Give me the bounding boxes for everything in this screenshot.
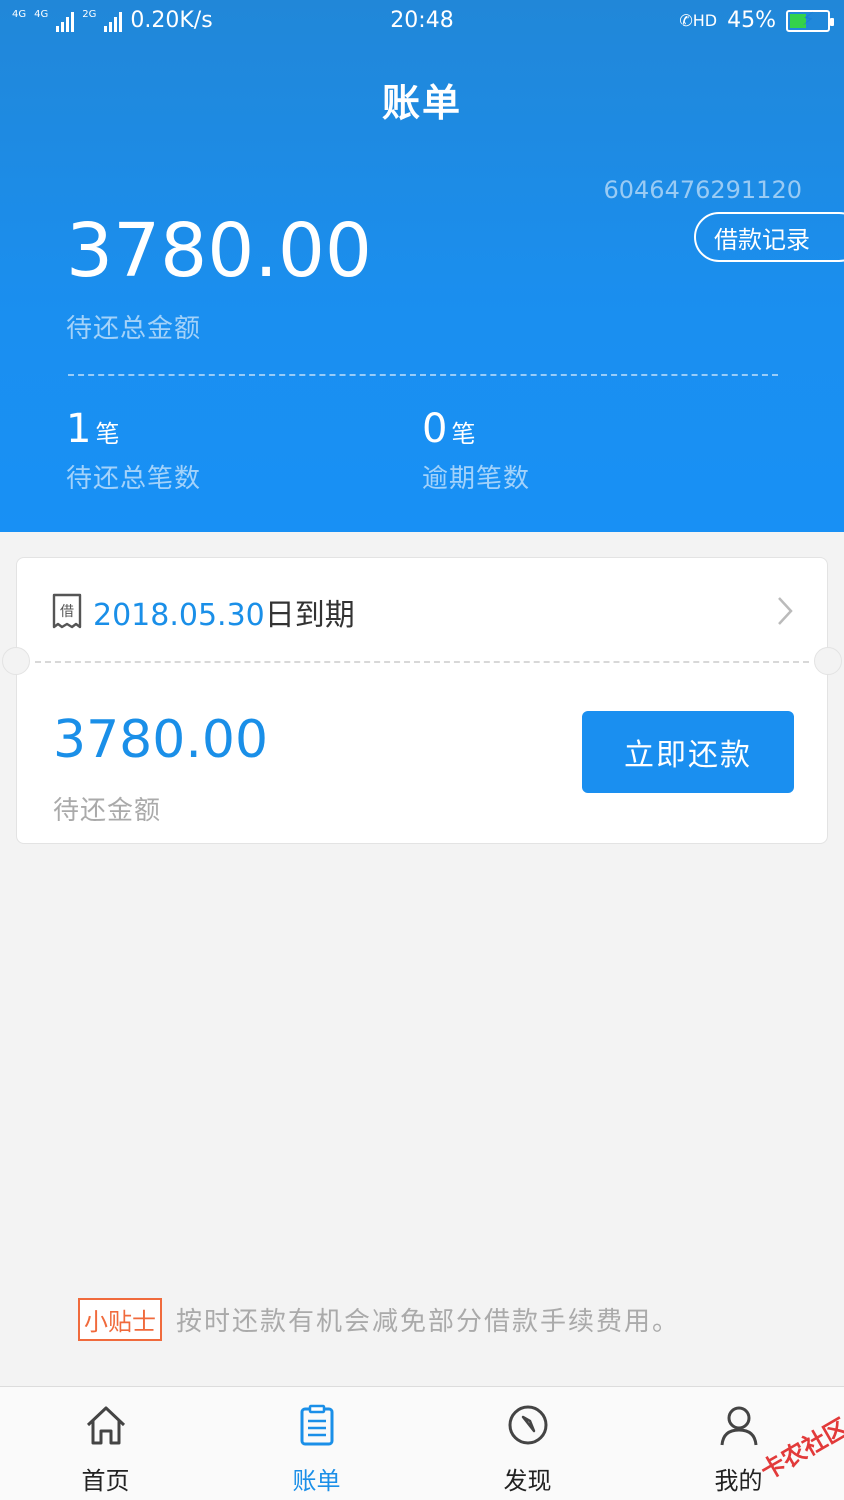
chevron-right-icon — [778, 597, 793, 625]
repay-now-button[interactable]: 立即还款 — [582, 711, 794, 793]
tip-badge: 小贴士 — [78, 1298, 162, 1341]
stat-value: 0 — [422, 406, 448, 452]
tab-discover[interactable]: 发现 — [422, 1387, 633, 1500]
loan-receipt-icon-char: 借 — [60, 604, 74, 620]
perforation-line — [35, 661, 809, 663]
loan-receipt-icon: 借 — [52, 593, 82, 629]
bottom-tab-bar: 首页 账单 发现 我的 — [0, 1386, 844, 1500]
stat-label: 待还总笔数 — [66, 464, 202, 494]
home-icon — [86, 1406, 126, 1445]
tab-label: 我的 — [714, 1467, 763, 1495]
tab-label: 首页 — [81, 1467, 130, 1495]
total-amount-label: 待还总金额 — [66, 314, 202, 344]
bill-card: 借 2018.05.30日到期 3780.00 待还金额 立即还款 — [2, 557, 842, 844]
stat-unit: 笔 — [451, 420, 476, 448]
due-date: 2018.05.30 — [93, 598, 265, 633]
stat-unit: 笔 — [95, 420, 120, 448]
compass-icon — [508, 1405, 548, 1445]
header-panel: 4G 4G 2G 0.20K/s 20:48 ✆HD 45% ⚡ 账单 6046… — [0, 0, 844, 532]
tip-row: 小贴士 按时还款有机会减免部分借款手续费用。 — [78, 1298, 680, 1341]
hd-label: HD — [692, 11, 718, 30]
bill-amount: 3780.00 — [53, 710, 269, 770]
battery-percent: 45% — [727, 8, 776, 33]
status-right: ✆HD 45% ⚡ — [679, 8, 834, 33]
tab-home[interactable]: 首页 — [0, 1387, 211, 1500]
stat-label: 逾期笔数 — [422, 464, 531, 494]
battery-icon: ⚡ — [786, 8, 834, 32]
loan-records-button[interactable]: 借款记录 — [694, 212, 844, 262]
bill-icon — [300, 1404, 334, 1446]
due-suffix: 日到期 — [264, 598, 355, 633]
stat-overdue-count: 0笔 逾期笔数 — [422, 406, 530, 495]
tip-text: 按时还款有机会减免部分借款手续费用。 — [176, 1307, 681, 1337]
hd-call-icon: ✆HD — [679, 11, 718, 30]
tab-label: 发现 — [503, 1467, 552, 1495]
account-number: 6046476291120 — [603, 176, 802, 204]
page-title: 账单 — [381, 81, 462, 125]
stat-value: 1 — [66, 406, 92, 452]
ticket-notch-right — [814, 647, 842, 675]
bill-amount-label: 待还金额 — [53, 796, 162, 826]
total-amount: 3780.00 — [66, 208, 373, 294]
divider-dashed — [68, 374, 778, 376]
bill-card-header[interactable]: 借 2018.05.30日到期 — [17, 558, 827, 662]
due-date-text: 2018.05.30日到期 — [93, 590, 355, 634]
ticket-notch-left — [2, 647, 30, 675]
tab-label: 账单 — [292, 1467, 341, 1495]
user-icon — [720, 1406, 758, 1446]
status-bar: 4G 4G 2G 0.20K/s 20:48 ✆HD 45% ⚡ — [0, 0, 844, 44]
tab-bill[interactable]: 账单 — [211, 1387, 422, 1500]
charging-icon: ⚡ — [802, 8, 815, 30]
stat-pending-count: 1笔 待还总笔数 — [66, 406, 201, 495]
